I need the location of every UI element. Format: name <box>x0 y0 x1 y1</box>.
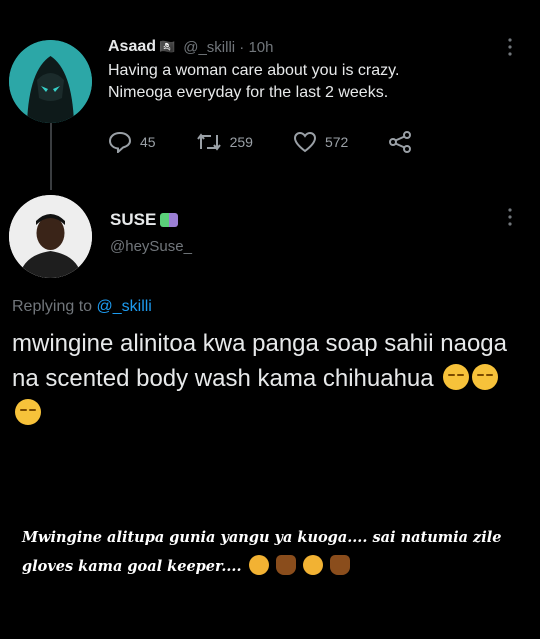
person-photo-icon <box>9 195 92 278</box>
caption-line: gloves kama goal keeper.... <box>22 558 242 575</box>
reply-text: mwingine alinitoa kwa panga soap sahii n… <box>12 326 522 431</box>
replying-prefix: Replying to <box>12 298 97 315</box>
cat-laughing-icon <box>248 555 269 575</box>
raised-hand-icon <box>329 555 350 575</box>
retweet-button[interactable]: 259 <box>196 132 253 152</box>
mask-badge-icon <box>160 213 179 227</box>
pensive-face-icon <box>443 364 470 390</box>
retweet-count: 259 <box>229 134 253 150</box>
like-icon <box>293 131 316 153</box>
share-button[interactable] <box>388 131 420 153</box>
reply-count: 45 <box>140 134 156 150</box>
reply-text-content: mwingine alinitoa kwa panga soap sahii n… <box>12 330 507 392</box>
share-icon <box>389 131 412 153</box>
pensive-face-icon <box>15 399 41 425</box>
tweet-actions: 45 259 572 <box>108 131 460 153</box>
tweet-text: Having a woman care about you is crazy. … <box>108 60 508 104</box>
author-name[interactable]: Asaad <box>108 38 156 56</box>
hooded-figure-icon <box>9 40 92 123</box>
cat-laughing-icon <box>302 555 323 575</box>
tweet-text-line: Having a woman care about you is crazy. <box>108 62 400 79</box>
author-handle[interactable]: @heySuse_ <box>110 238 192 255</box>
more-icon[interactable] <box>507 208 513 226</box>
raised-hand-icon <box>275 555 296 575</box>
caption-line: Mwingine alitupa gunia yangu ya kuoga...… <box>22 529 502 546</box>
reply-button[interactable]: 45 <box>108 131 156 153</box>
tweet-text-line: Nimeoga everyday for the last 2 weeks. <box>108 84 389 101</box>
author-handle-time[interactable]: @_skilli · 10h <box>183 39 273 56</box>
pirate-flag-icon: 🏴‍☠️ <box>159 39 176 54</box>
thread-line <box>50 122 52 190</box>
caption-overlay: Mwingine alitupa gunia yangu ya kuoga...… <box>22 523 522 581</box>
author-name[interactable]: SUSE <box>110 210 156 230</box>
more-icon[interactable] <box>507 38 513 56</box>
like-button[interactable]: 572 <box>293 131 348 153</box>
replying-handle-link[interactable]: @_skilli <box>97 298 152 315</box>
avatar-asaad[interactable] <box>9 40 92 123</box>
retweet-icon <box>196 133 221 151</box>
pensive-face-icon <box>472 364 499 390</box>
like-count: 572 <box>324 134 349 150</box>
avatar-suse[interactable] <box>9 195 92 278</box>
replying-to: Replying to @_skilli <box>12 298 152 316</box>
reply-icon <box>108 131 132 153</box>
